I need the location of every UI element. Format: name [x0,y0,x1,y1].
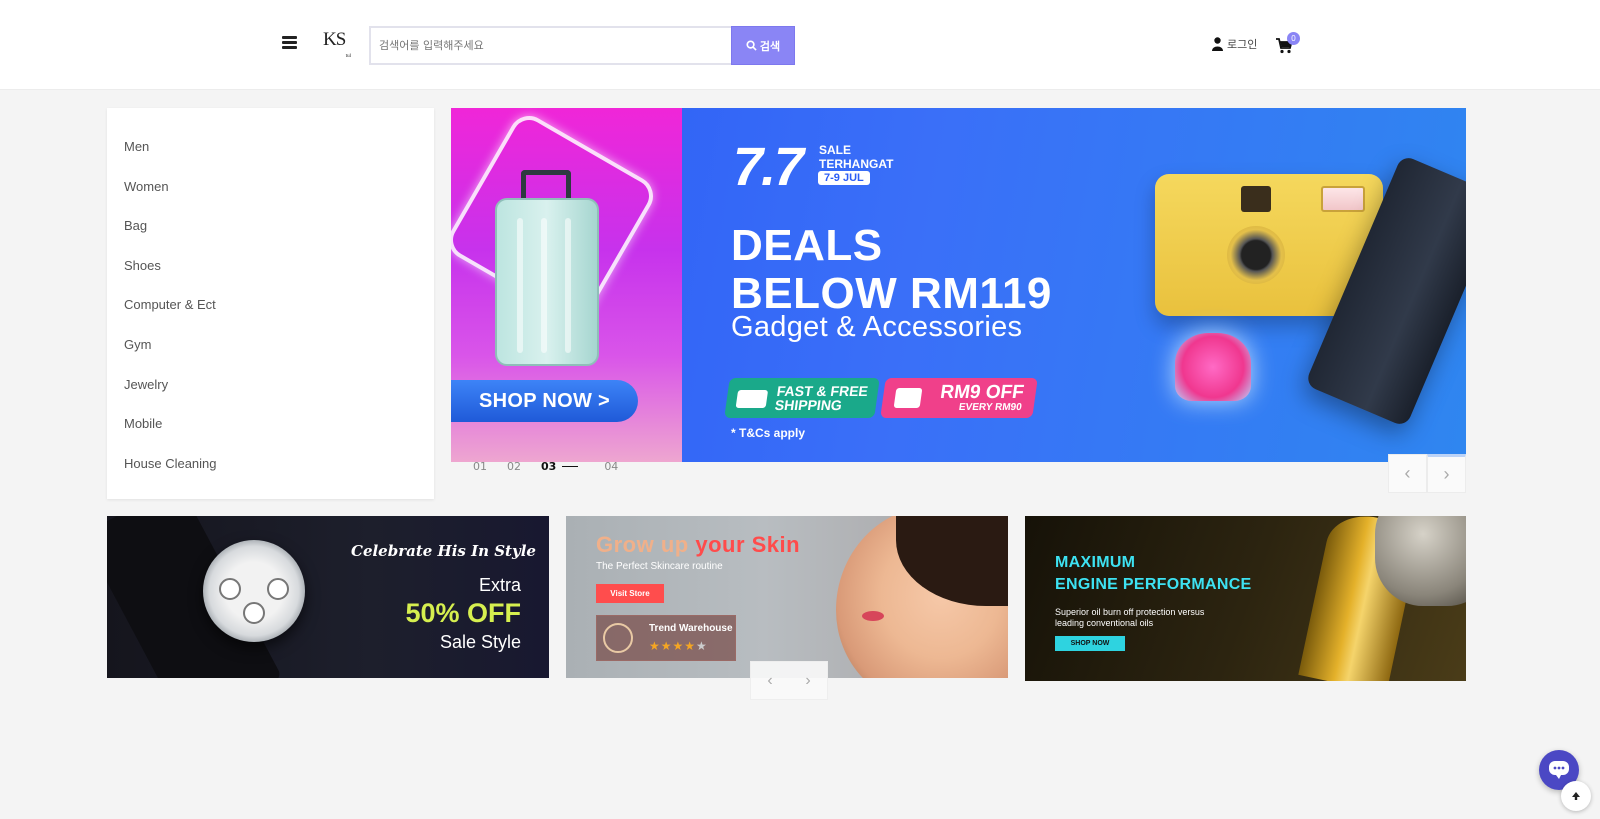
sidebar-item-shoes[interactable]: Shoes [107,253,434,293]
promo-next-button[interactable]: › [789,662,827,699]
sidebar-item-house-cleaning[interactable]: House Cleaning [107,451,434,491]
store-logo-icon [603,623,633,653]
promo-carousel-nav: ‹ › [750,661,828,700]
user-icon [1212,37,1223,51]
hero-sale-line2: TERHANGAT [819,157,894,171]
hero-headline: DEALS BELOW RM119 [731,222,1052,318]
oil-shop-now-button[interactable]: SHOP NOW [1055,636,1125,651]
search-icon [746,40,757,51]
arrow-up-icon [1572,792,1580,800]
slide-03[interactable]: 03 [541,460,556,473]
star-empty-icon: ★ [696,639,708,653]
search-input[interactable] [369,26,732,65]
camera-flash-graphic [1321,186,1365,212]
hero-shop-now-button[interactable]: SHOP NOW > [451,380,638,422]
hero-banner[interactable]: SHOP NOW > 7.7 SALE TERHANGAT 7-9 JUL DE… [451,108,1466,462]
hero-tnc: * T&Cs apply [731,426,806,440]
store-badge: Trend Warehouse ★★★★★ [596,615,736,661]
hero-sale-label: SALE TERHANGAT [819,143,893,171]
sidebar-item-bag[interactable]: Bag [107,213,434,253]
slide-01[interactable]: 01 [473,460,487,473]
chevron-right-icon: › [1443,464,1450,484]
chevron-right-icon: › [805,671,811,689]
hero-headline-line1: DEALS [731,221,883,270]
sidebar-item-jewelry[interactable]: Jewelry [107,372,434,412]
star-filled-icons: ★★★★ [649,639,697,653]
shipping-line1: FAST & FREE [775,383,870,399]
heart-gem-graphic [1175,333,1251,401]
sidebar-item-women[interactable]: Women [107,174,434,214]
oil-title-line2: ENGINE PERFORMANCE [1055,576,1252,593]
watch-script-text: Celebrate His In Style [351,542,536,560]
cart-count-badge: 0 [1287,32,1300,45]
rm9-off-pill: RM9 OFF EVERY RM90 [880,378,1038,418]
search-button[interactable]: 검색 [731,26,795,65]
hero-subheadline: Gadget & Accessories [731,311,1023,343]
search-button-label: 검색 [759,39,781,53]
chevron-left-icon: ‹ [767,671,773,689]
suitcase-image [495,198,599,366]
promo-banner-engine-oil[interactable]: MAXIMUM ENGINE PERFORMANCE Superior oil … [1025,516,1466,681]
sidebar-item-computer[interactable]: Computer & Ect [107,292,434,332]
skin-title-part2: your Skin [695,532,801,557]
logo-text: KS [323,29,346,50]
chat-bubble-icon [1549,761,1569,779]
skin-title: Grow up your Skin [596,532,800,558]
category-sidebar: Men Women Bag Shoes Computer & Ect Gym J… [107,108,434,499]
hero-next-button[interactable]: › [1427,454,1466,493]
camera-viewfinder-graphic [1241,186,1271,212]
hero-slide-pagination: 01 02 03 04 [473,460,618,473]
scroll-to-top-button[interactable] [1561,781,1591,811]
oil-subtitle-line2: leading conventional oils [1055,618,1154,628]
login-link[interactable]: 로그인 [1212,36,1257,52]
slide-04[interactable]: 04 [604,460,618,473]
active-slide-indicator [562,466,579,467]
hamburger-menu-icon[interactable] [282,36,297,49]
promo-banner-watch[interactable]: Celebrate His In Style Extra 50% OFF Sal… [107,516,549,678]
off-title: RM9 OFF [938,381,1026,403]
sidebar-item-gym[interactable]: Gym [107,332,434,372]
sidebar-item-men[interactable]: Men [107,134,434,174]
promo-banner-skincare[interactable]: Grow up your Skin The Perfect Skincare r… [566,516,1008,678]
model-lips-graphic [862,611,884,621]
watch-extra-text: Extra [478,575,521,595]
watch-sale-style-text: Sale Style [439,632,521,652]
store-rating-stars: ★★★★★ [649,639,708,653]
shipping-line2: SHIPPING [773,397,844,413]
truck-icon [735,390,769,408]
site-header: KS tul 검색 로그인 0 [0,0,1600,90]
oil-bottle-image [1375,516,1466,606]
watch-discount-text: 50% OFF [405,598,521,628]
oil-title: MAXIMUM ENGINE PERFORMANCE [1055,552,1252,596]
free-shipping-pill: FAST & FREE SHIPPING [724,378,880,418]
store-name: Trend Warehouse [649,623,733,634]
visit-store-button[interactable]: Visit Store [596,584,664,603]
site-logo[interactable]: KS tul [323,29,353,59]
hero-sale-dates: 7-9 JUL [818,171,870,185]
sidebar-item-mobile[interactable]: Mobile [107,411,434,451]
hero-sale-number: 7.7 [733,137,804,197]
oil-title-line1: MAXIMUM [1055,554,1136,571]
skin-subtitle: The Perfect Skincare routine [596,561,723,572]
chevron-left-icon: ‹ [1404,463,1411,483]
oil-subtitle: Superior oil burn off protection versus … [1055,607,1204,629]
camera-lens-graphic [1227,226,1285,284]
oil-subtitle-line1: Superior oil burn off protection versus [1055,607,1205,617]
off-subtitle: EVERY RM90 [958,401,1023,413]
hero-sale-line1: SALE [819,143,852,157]
skin-title-part1: Grow up [596,532,696,557]
logo-subtext: tul [345,54,351,59]
slide-02[interactable]: 02 [507,460,521,473]
voucher-heart-icon [893,388,923,408]
hero-prev-button[interactable]: ‹ [1388,454,1427,493]
promo-prev-button[interactable]: ‹ [751,662,789,699]
login-label: 로그인 [1227,38,1258,51]
